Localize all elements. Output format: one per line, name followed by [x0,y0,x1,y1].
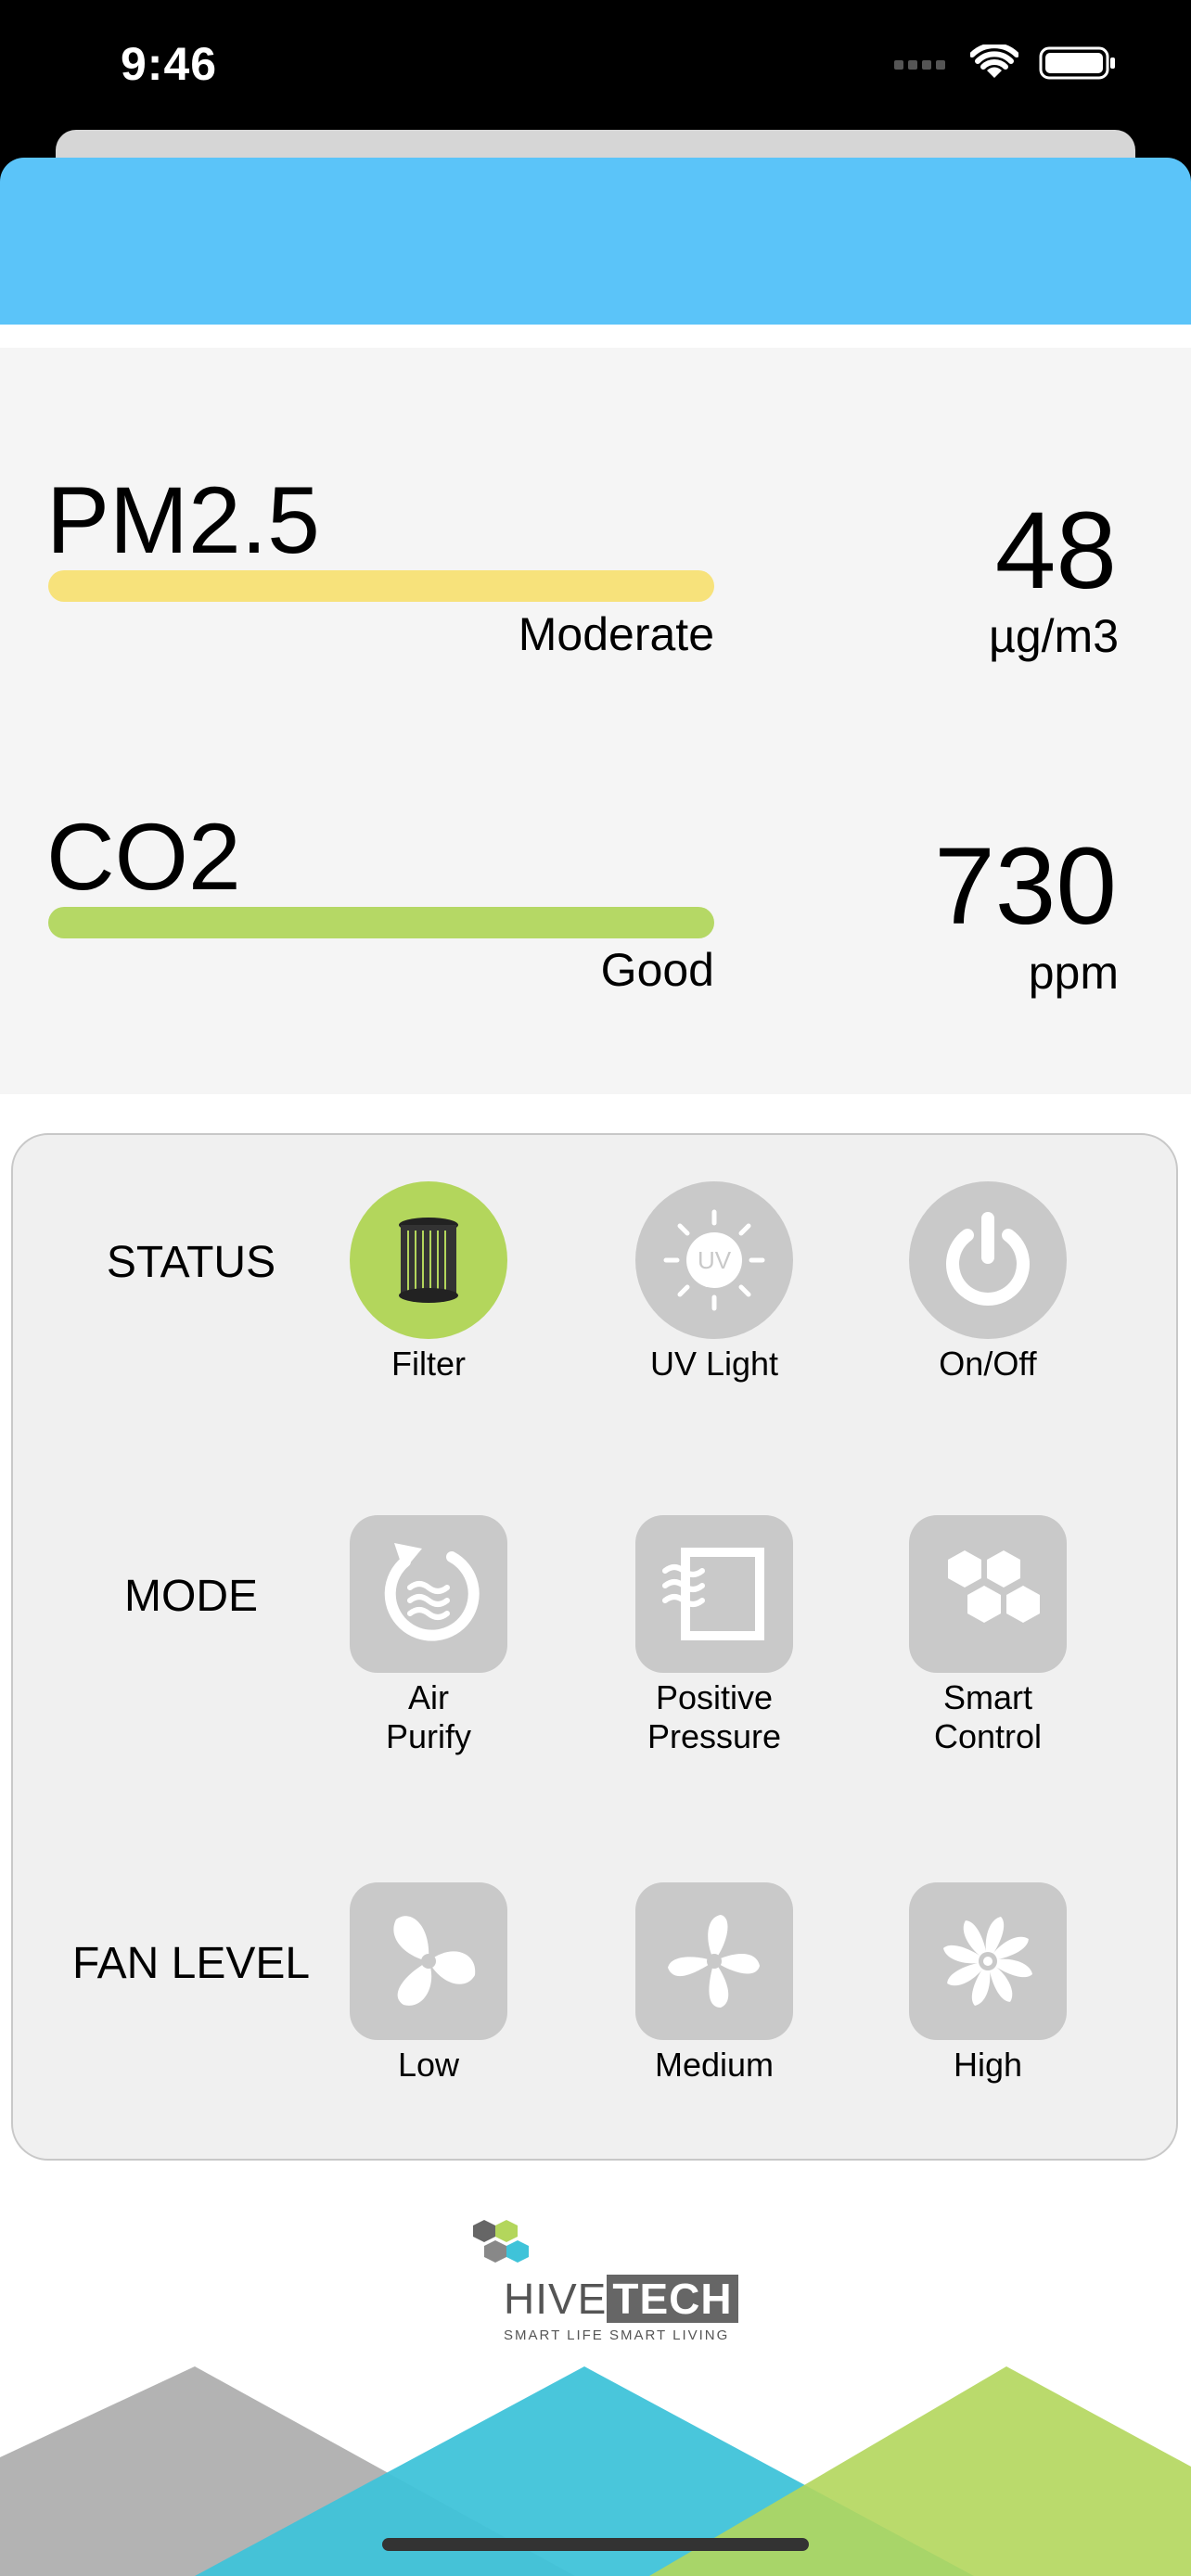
logo-wordmark: HIVE TECH [504,2274,738,2324]
smart-control-button[interactable]: Smart Control [849,1515,1127,1756]
home-indicator[interactable] [382,2538,809,2551]
positive-pressure-icon-wrap [635,1515,793,1673]
uv-light-icon-wrap: UV [635,1181,793,1339]
uv-badge: UV [698,1246,732,1274]
filter-icon-wrap [350,1181,507,1339]
header-panel [0,158,1191,325]
pm25-value: 48 [994,490,1117,612]
pm25-label: PM2.5 [46,467,320,573]
fan-low-button[interactable]: Low [289,1882,568,2085]
logo-tech-text: TECH [607,2275,738,2323]
smart-control-label: Smart Control [933,1678,1043,1755]
logo-tagline: SMART LIFE SMART LIVING [504,2327,730,2343]
co2-rating: Good [600,944,714,996]
power-icon [946,1212,1030,1306]
air-purify-label: Air Purify [385,1678,472,1755]
pm25-unit: µg/m3 [989,610,1119,662]
uv-light-button[interactable]: UV UV Light [575,1181,853,1384]
pm25-level-bar [48,570,714,602]
positive-pressure-label: Positive Pressure [647,1678,782,1755]
fan-high-icon-wrap [909,1882,1067,2040]
fan-high-button[interactable]: High [849,1882,1127,2085]
hivetech-logo: HIVE TECH SMART LIFE SMART LIVING [471,2218,738,2348]
co2-unit: ppm [1028,947,1119,999]
readings-panel: PM2.5 Moderate 48 µg/m3 CO2 Good 730 ppm [0,348,1191,1094]
co2-value: 730 [934,825,1117,948]
wifi-icon [970,45,1018,78]
fan-medium-label: Medium [654,2046,775,2084]
status-icons [894,45,1117,82]
co2-label: CO2 [46,804,241,910]
filter-label: Filter [391,1345,466,1383]
logo-hive-text: HIVE [504,2275,608,2323]
co2-level-bar [48,907,714,938]
fan-low-label: Low [397,2046,460,2084]
fan-medium-button[interactable]: Medium [575,1882,853,2085]
fan-low-icon-wrap [350,1882,507,2040]
power-label: On/Off [939,1345,1037,1383]
status-time: 9:46 [121,38,218,90]
air-purify-button[interactable]: Air Purify [289,1515,568,1756]
fan-high-label: High [953,2046,1023,2084]
uv-light-icon: UV [663,1209,765,1311]
pm25-rating: Moderate [518,608,714,660]
positive-pressure-button[interactable]: Positive Pressure [575,1515,853,1756]
smart-control-icon-wrap [909,1515,1067,1673]
cellular-signal-icon [894,60,945,70]
air-purify-icon [384,1543,480,1641]
filter-icon [399,1218,458,1303]
fan-low-icon [393,1916,476,2006]
control-card: STATUS Filter UV UV Light On/Off MODE Ai… [11,1133,1178,2161]
fan-medium-icon-wrap [635,1882,793,2040]
power-icon-wrap [909,1181,1067,1339]
battery-icon [1039,46,1115,80]
fan-high-icon [943,1917,1032,2006]
air-purify-icon-wrap [350,1515,507,1673]
power-button[interactable]: On/Off [849,1181,1127,1384]
smart-control-icon [948,1550,1040,1623]
fan-medium-icon [668,1915,760,2008]
uv-light-label: UV Light [649,1345,779,1383]
positive-pressure-icon [662,1548,764,1640]
filter-button[interactable]: Filter [289,1181,568,1384]
